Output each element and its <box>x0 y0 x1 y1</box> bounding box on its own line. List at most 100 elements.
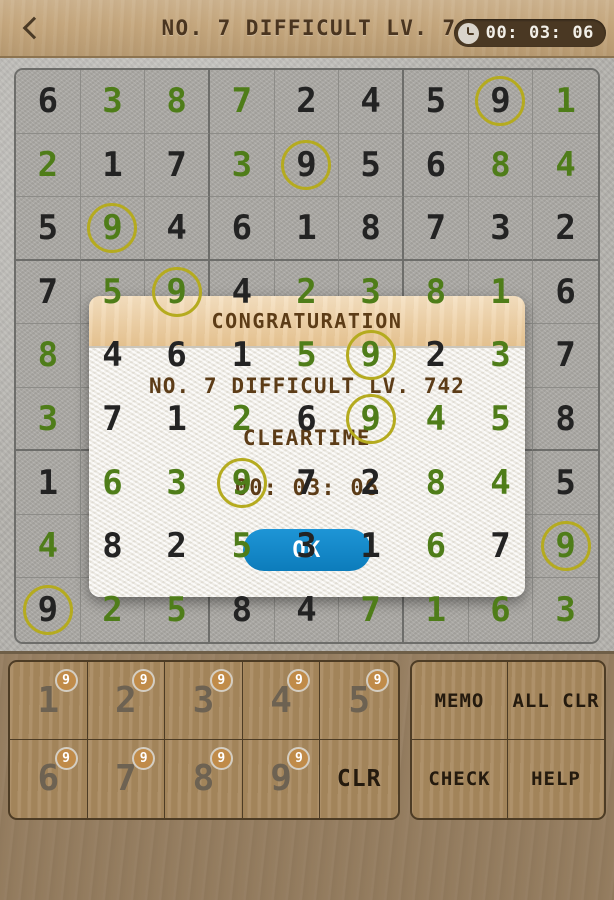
app-header: NO. 7 DIFFICULT LV. 742 00: 03: 06 <box>0 0 614 58</box>
cell-value: 1 <box>166 398 187 439</box>
cell-value: 4 <box>490 462 511 503</box>
cell-value: 2 <box>37 144 59 185</box>
number-key-1[interactable]: 91 <box>10 662 88 740</box>
sudoku-cell-r1c2[interactable]: 3 <box>80 70 146 134</box>
sudoku-cell-r3c4[interactable]: 6 <box>209 197 275 261</box>
remaining-count-badge: 9 <box>132 669 156 692</box>
cell-value: 7 <box>490 526 511 567</box>
sudoku-cell-r6c9[interactable]: 8 <box>533 387 598 452</box>
sudoku-cell-r8c9[interactable]: 9 <box>533 514 598 579</box>
sudoku-cell-r1c5[interactable]: 2 <box>274 70 340 134</box>
sudoku-cell-r1c3[interactable]: 8 <box>145 70 210 134</box>
sudoku-cell-r5c9[interactable]: 7 <box>533 324 598 388</box>
cell-value: 3 <box>166 462 187 503</box>
sudoku-cell-r6c1[interactable]: 3 <box>16 387 81 452</box>
cell-value: 6 <box>166 335 187 376</box>
cell-value: 7 <box>555 335 576 376</box>
sudoku-cell-r1c6[interactable]: 4 <box>339 70 404 134</box>
cell-value: 3 <box>490 207 511 248</box>
sudoku-cell-r7c9[interactable]: 5 <box>533 451 598 515</box>
cell-value: 7 <box>360 590 381 631</box>
control-key-memo[interactable]: MEMO <box>412 662 508 740</box>
number-key-4[interactable]: 94 <box>242 662 321 740</box>
number-key-2[interactable]: 92 <box>87 662 166 740</box>
key-label: 2 <box>115 679 137 721</box>
control-key-help[interactable]: HELP <box>508 740 604 818</box>
remaining-count-badge: 9 <box>132 747 156 770</box>
cell-value: 4 <box>166 207 187 248</box>
sudoku-cell-r3c8[interactable]: 3 <box>468 197 534 261</box>
sudoku-cell-r2c9[interactable]: 4 <box>533 133 598 198</box>
control-key-all-clr[interactable]: ALL CLR <box>508 662 604 740</box>
number-key-9[interactable]: 99 <box>243 740 321 818</box>
cell-value: 9 <box>360 398 381 439</box>
cell-value: 4 <box>555 144 576 185</box>
cell-value: 5 <box>166 590 187 631</box>
sudoku-cell-r8c1[interactable]: 4 <box>16 514 81 579</box>
number-key-6[interactable]: 96 <box>10 740 88 818</box>
sudoku-cell-r2c3[interactable]: 7 <box>145 133 210 198</box>
sudoku-cell-r3c6[interactable]: 8 <box>339 197 404 261</box>
sudoku-cell-r2c1[interactable]: 2 <box>16 133 81 198</box>
sudoku-cell-r3c1[interactable]: 5 <box>16 197 81 261</box>
number-key-5[interactable]: 95 <box>320 662 398 740</box>
cell-value: 3 <box>360 271 381 312</box>
key-label: 6 <box>37 758 60 799</box>
sudoku-cell-r9c9[interactable]: 3 <box>533 578 598 642</box>
cell-value: 2 <box>296 81 317 122</box>
cell-value: 1 <box>555 81 576 122</box>
control-key-check[interactable]: CHECK <box>412 740 508 818</box>
sudoku-cell-r2c5[interactable]: 9 <box>274 133 340 198</box>
sudoku-cell-r3c5[interactable]: 1 <box>274 197 340 261</box>
cell-value: 2 <box>425 335 447 376</box>
cell-value: 2 <box>360 462 381 503</box>
cell-value: 8 <box>490 144 511 185</box>
sudoku-cell-r2c6[interactable]: 5 <box>339 133 404 198</box>
sudoku-cell-r9c1[interactable]: 9 <box>16 578 81 642</box>
cell-value: 6 <box>102 462 123 503</box>
sudoku-cell-r2c7[interactable]: 6 <box>403 133 469 198</box>
cell-value: 6 <box>231 207 253 248</box>
sudoku-cell-r3c3[interactable]: 4 <box>145 197 210 261</box>
sudoku-cell-r2c2[interactable]: 1 <box>80 133 146 198</box>
cell-value: 7 <box>425 207 447 248</box>
sudoku-cell-r4c1[interactable]: 7 <box>16 260 81 325</box>
key-label: 4 <box>270 679 292 721</box>
sudoku-cell-r7c1[interactable]: 1 <box>16 451 81 515</box>
sudoku-cell-r1c7[interactable]: 5 <box>403 70 469 134</box>
sudoku-cell-r5c1[interactable]: 8 <box>16 324 81 388</box>
dialog-puzzle-label: NO. 7 DIFFICULT LV. 742 <box>148 374 466 398</box>
number-key-8[interactable]: 98 <box>165 740 243 818</box>
sudoku-cell-r1c8[interactable]: 9 <box>468 70 534 134</box>
sudoku-cell-r4c9[interactable]: 6 <box>533 260 598 325</box>
sudoku-cell-r1c4[interactable]: 7 <box>209 70 275 134</box>
cell-value: 5 <box>360 144 381 185</box>
sudoku-cell-r3c7[interactable]: 7 <box>403 197 469 261</box>
sudoku-cell-r2c4[interactable]: 3 <box>209 133 275 198</box>
sudoku-cell-r1c9[interactable]: 1 <box>533 70 598 134</box>
cell-value: 2 <box>555 207 576 248</box>
cell-value: 6 <box>425 526 447 567</box>
clear-key[interactable]: CLR <box>320 740 398 818</box>
control-keypad: MEMO ALL CLR CHECK HELP <box>410 660 606 820</box>
number-key-3[interactable]: 93 <box>165 662 243 740</box>
cell-value: 5 <box>296 335 317 376</box>
number-key-7[interactable]: 97 <box>88 740 166 818</box>
cell-value: 9 <box>166 271 187 312</box>
cell-value: 8 <box>425 271 447 312</box>
cell-value: 7 <box>102 398 123 439</box>
sudoku-cell-r3c2[interactable]: 9 <box>80 197 146 261</box>
cell-value: 8 <box>555 398 576 439</box>
cell-value: 9 <box>360 335 381 376</box>
timer-badge: 00: 03: 06 <box>453 19 606 47</box>
sudoku-cell-r2c8[interactable]: 8 <box>468 133 534 198</box>
sudoku-cell-r1c1[interactable]: 6 <box>16 70 81 134</box>
cell-value: 9 <box>490 81 511 122</box>
cell-value: 1 <box>490 271 511 312</box>
cell-value: 4 <box>102 335 123 376</box>
remaining-count-badge: 9 <box>365 669 389 692</box>
cell-value: 7 <box>296 462 317 503</box>
cell-value: 5 <box>37 207 59 248</box>
sudoku-cell-r3c9[interactable]: 2 <box>533 197 598 261</box>
cell-value: 9 <box>296 144 317 185</box>
